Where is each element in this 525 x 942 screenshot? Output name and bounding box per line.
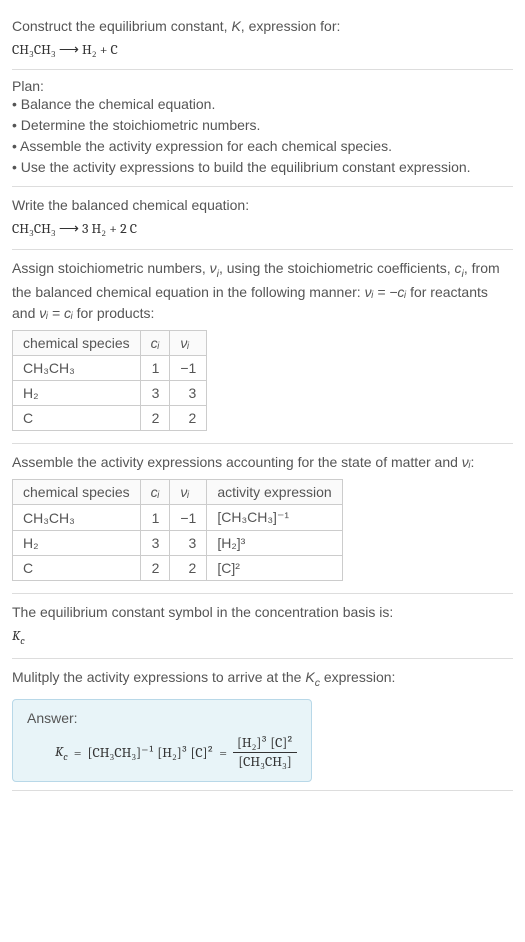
plan-title: Plan:: [12, 78, 513, 94]
intro-text1: Construct the equilibrium constant,: [12, 18, 231, 34]
th-vi: νᵢ: [170, 480, 207, 505]
th-species: chemical species: [13, 480, 141, 505]
answer-box: Answer: Kc = [CH₃CH₃]⁻¹ [H₂]³ [C]² = [H₂…: [12, 699, 312, 782]
balanced-heading: Write the balanced chemical equation:: [12, 195, 513, 216]
plan-item-1: • Balance the chemical equation.: [12, 94, 513, 115]
cell-c: 1: [140, 505, 170, 531]
answer-formula: Kc = [CH₃CH₃]⁻¹ [H₂]³ [C]² = [H₂]³ [C]² …: [27, 734, 297, 771]
table-row: H₂ 3 3: [13, 381, 207, 406]
table-row: H₂ 3 3 [H₂]³: [13, 531, 343, 556]
answer-label: Answer:: [27, 710, 297, 726]
cell-v: −1: [170, 505, 207, 531]
stoich-text2: , using the stoichiometric coefficients,: [219, 260, 455, 276]
activity-heading: Assemble the activity expressions accoun…: [12, 452, 513, 473]
plan-item-4: • Use the activity expressions to build …: [12, 157, 513, 178]
stoich-heading: Assign stoichiometric numbers, νi, using…: [12, 258, 513, 325]
plan-section: Plan: • Balance the chemical equation. •…: [12, 70, 513, 187]
plan-item-3: • Assemble the activity expression for e…: [12, 136, 513, 157]
plan-item-2: • Determine the stoichiometric numbers.: [12, 115, 513, 136]
rel1: νᵢ = −cᵢ: [365, 284, 407, 300]
stoich-section: Assign stoichiometric numbers, νi, using…: [12, 250, 513, 445]
equals-2: =: [219, 744, 227, 761]
th-vi: νᵢ: [170, 331, 207, 356]
table-row: C 2 2 [C]²: [13, 556, 343, 581]
cell-species: H₂: [13, 531, 141, 556]
equals-1: =: [74, 744, 82, 761]
intro-equation: CH₃CH₃ ⟶ H₂ + C: [12, 39, 513, 61]
cell-v: −1: [170, 356, 207, 381]
cell-species: H₂: [13, 381, 141, 406]
intro-section: Construct the equilibrium constant, K, e…: [12, 8, 513, 70]
activity-table: chemical species cᵢ νᵢ activity expressi…: [12, 479, 343, 581]
cell-species: CH₃CH₃: [13, 356, 141, 381]
th-ci: cᵢ: [140, 480, 170, 505]
cell-v: 3: [170, 531, 207, 556]
cell-v: 2: [170, 556, 207, 581]
cell-v: 2: [170, 406, 207, 431]
cell-v: 3: [170, 381, 207, 406]
table-row: C 2 2: [13, 406, 207, 431]
nu-i: νᵢ: [462, 454, 471, 470]
intro-text1b: , expression for:: [241, 18, 341, 34]
final-section: Mulitply the activity expressions to arr…: [12, 659, 513, 792]
final-text2: expression:: [320, 669, 395, 685]
activity-section: Assemble the activity expressions accoun…: [12, 444, 513, 594]
stoich-text5: for products:: [73, 305, 155, 321]
nu-symbol: νi: [210, 260, 219, 276]
term1: [CH₃CH₃]⁻¹ [H₂]³ [C]²: [88, 744, 214, 762]
balanced-equation: CH₃CH₃ ⟶ 3 H₂ + 2 C: [12, 218, 513, 240]
cell-activity: [C]²: [207, 556, 342, 581]
cell-c: 3: [140, 381, 170, 406]
frac-numerator: [H₂]³ [C]²: [233, 734, 297, 753]
balanced-section: Write the balanced chemical equation: CH…: [12, 187, 513, 249]
cell-species: C: [13, 406, 141, 431]
kc-inline: Kc: [305, 669, 320, 685]
th-activity: activity expression: [207, 480, 342, 505]
th-ci: cᵢ: [140, 331, 170, 356]
cell-species: CH₃CH₃: [13, 505, 141, 531]
cell-species: C: [13, 556, 141, 581]
rel2: νᵢ = cᵢ: [39, 305, 72, 321]
activity-text2: :: [471, 454, 475, 470]
fraction: [H₂]³ [C]² [CH₃CH₃]: [233, 734, 297, 771]
cell-c: 1: [140, 356, 170, 381]
th-species: chemical species: [13, 331, 141, 356]
symbol-section: The equilibrium constant symbol in the c…: [12, 594, 513, 659]
cell-c: 2: [140, 406, 170, 431]
table-row: CH₃CH₃ 1 −1 [CH₃CH₃]⁻¹: [13, 505, 343, 531]
stoich-table: chemical species cᵢ νᵢ CH₃CH₃ 1 −1 H₂ 3 …: [12, 330, 207, 431]
c-symbol: ci: [455, 260, 464, 276]
table-row: CH₃CH₃ 1 −1: [13, 356, 207, 381]
frac-denominator: [CH₃CH₃]: [234, 753, 296, 771]
cell-activity: [CH₃CH₃]⁻¹: [207, 505, 342, 531]
final-heading: Mulitply the activity expressions to arr…: [12, 667, 513, 692]
stoich-text1: Assign stoichiometric numbers,: [12, 260, 210, 276]
symbol-heading: The equilibrium constant symbol in the c…: [12, 602, 513, 623]
final-text1: Mulitply the activity expressions to arr…: [12, 669, 305, 685]
cell-c: 3: [140, 531, 170, 556]
cell-activity: [H₂]³: [207, 531, 342, 556]
kc-symbol: Kc: [12, 625, 513, 650]
table-header-row: chemical species cᵢ νᵢ activity expressi…: [13, 480, 343, 505]
k-symbol: K: [231, 18, 240, 34]
kc-lhs: Kc: [55, 743, 68, 763]
activity-text1: Assemble the activity expressions accoun…: [12, 454, 462, 470]
table-header-row: chemical species cᵢ νᵢ: [13, 331, 207, 356]
cell-c: 2: [140, 556, 170, 581]
intro-heading: Construct the equilibrium constant, K, e…: [12, 16, 513, 37]
